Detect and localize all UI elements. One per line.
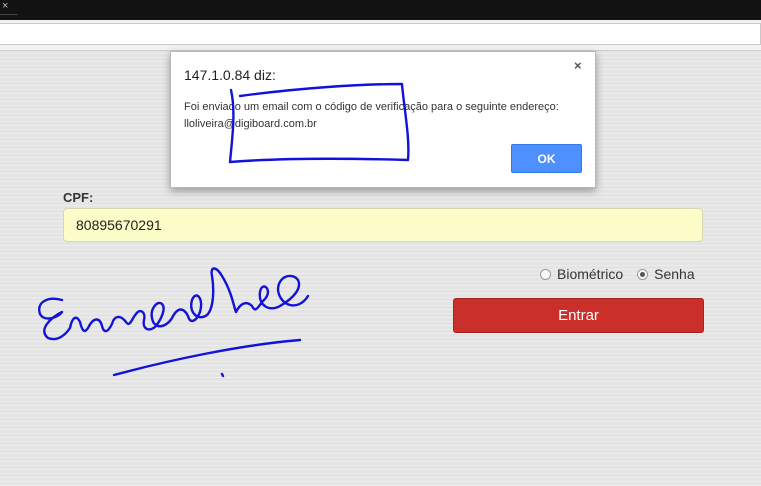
cpf-label: CPF: — [63, 190, 94, 205]
biometrico-radio[interactable] — [540, 268, 551, 280]
tab-close-icon[interactable]: × — [2, 0, 8, 13]
biometrico-label[interactable]: Biométrico — [557, 266, 623, 282]
cpf-input[interactable]: 80895670291 — [63, 208, 703, 242]
ok-button[interactable]: OK — [511, 144, 582, 173]
dialog-message: Foi enviado um email com o código de ver… — [184, 101, 559, 130]
close-icon[interactable]: × — [574, 58, 582, 73]
auth-method-group: Biométrico Senha — [540, 265, 695, 283]
entrar-button[interactable]: Entrar — [453, 298, 704, 333]
senha-label[interactable]: Senha — [654, 266, 694, 282]
browser-toolbar — [0, 20, 761, 51]
dialog-title: 147.1.0.84 diz: — [184, 67, 276, 83]
alert-dialog: 147.1.0.84 diz: × Foi enviado um email c… — [170, 51, 596, 188]
address-bar[interactable] — [0, 23, 761, 45]
senha-radio[interactable] — [637, 268, 649, 280]
browser-tab[interactable]: × — [0, 0, 18, 15]
browser-tab-strip: × — [0, 0, 761, 20]
